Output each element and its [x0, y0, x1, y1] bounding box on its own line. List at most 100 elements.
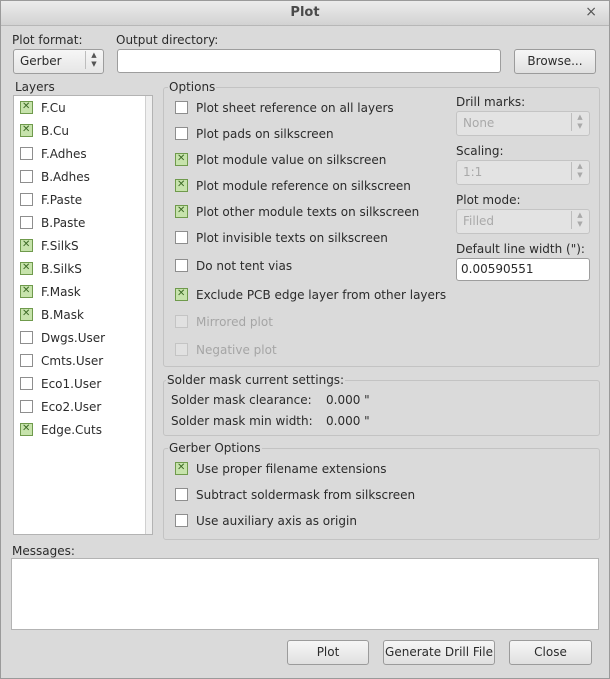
- output-directory-label: Output directory:: [116, 33, 219, 47]
- checkbox-checked-icon[interactable]: [20, 122, 33, 138]
- layers-list[interactable]: F.Cu B.Cu F.Adhes B.Adhes F.Paste B.Paste F.Si…: [13, 95, 153, 535]
- checkbox-icon[interactable]: [20, 331, 33, 344]
- layer-label: Cmts.User: [41, 354, 104, 368]
- layer-item[interactable]: B.Mask: [20, 306, 84, 323]
- checkbox-icon[interactable]: [20, 193, 33, 206]
- close-icon[interactable]: ×: [585, 4, 597, 20]
- checkbox-label: Plot pads on silkscreen: [196, 127, 334, 141]
- checkbox-label: Subtract soldermask from silkscreen: [196, 488, 416, 502]
- generate-drill-file-button[interactable]: Generate Drill File: [383, 640, 495, 665]
- solder-mask-clearance-label: Solder mask clearance:: [171, 393, 312, 407]
- layers-label: Layers: [15, 80, 55, 94]
- layer-label: B.Mask: [41, 308, 84, 322]
- option-checkbox[interactable]: Exclude PCB edge layer from other layers: [175, 286, 447, 303]
- messages-box[interactable]: [11, 558, 599, 630]
- checkbox-label: Mirrored plot: [196, 315, 273, 329]
- gerber-option-checkbox[interactable]: Use proper filename extensions: [175, 460, 387, 477]
- solder-mask-min-width-label: Solder mask min width:: [171, 414, 313, 428]
- layer-label: B.Adhes: [41, 170, 90, 184]
- checkbox-checked-icon[interactable]: [20, 283, 33, 299]
- layer-item[interactable]: F.SilkS: [20, 237, 79, 254]
- checkbox-checked-icon[interactable]: [20, 421, 33, 437]
- output-directory-input[interactable]: [117, 49, 501, 73]
- layer-label: F.SilkS: [41, 239, 79, 253]
- plot-dialog: Plot × Plot format: Gerber ▲ ▼ Output dir…: [0, 0, 610, 679]
- solder-mask-clearance-value: 0.000 ": [326, 393, 370, 407]
- checkbox-checked-icon[interactable]: [20, 306, 33, 322]
- checkbox-icon[interactable]: [175, 127, 188, 140]
- checkbox-checked-icon[interactable]: [175, 460, 188, 476]
- spin-arrows-icon: ▲ ▼: [571, 113, 585, 131]
- gerber-option-checkbox[interactable]: Use auxiliary axis as origin: [175, 513, 357, 529]
- checkbox-label: Use proper filename extensions: [196, 462, 387, 476]
- layer-item[interactable]: B.Paste: [20, 215, 85, 231]
- option-checkbox[interactable]: Plot pads on silkscreen: [175, 126, 334, 142]
- layer-item[interactable]: F.Paste: [20, 192, 82, 208]
- checkbox-icon[interactable]: [175, 514, 188, 527]
- checkbox-icon[interactable]: [175, 101, 188, 114]
- drill-marks-select: None ▲ ▼: [456, 111, 590, 136]
- layer-label: F.Paste: [41, 193, 83, 207]
- options-title: Options: [168, 80, 217, 94]
- option-checkbox: Negative plot: [175, 342, 277, 358]
- checkbox-label: Plot module value on silkscreen: [196, 153, 387, 167]
- option-checkbox[interactable]: Plot invisible texts on silkscreen: [175, 230, 388, 246]
- option-checkbox[interactable]: Plot module reference on silkscreen: [175, 177, 411, 194]
- layer-item[interactable]: B.SilkS: [20, 260, 82, 277]
- checkbox-label: Exclude PCB edge layer from other layers: [196, 288, 447, 302]
- layer-label: B.Cu: [41, 124, 70, 138]
- layer-label: Edge.Cuts: [41, 423, 102, 437]
- layer-item[interactable]: Cmts.User: [20, 353, 103, 369]
- checkbox-checked-icon[interactable]: [175, 203, 188, 219]
- checkbox-checked-icon[interactable]: [175, 177, 188, 193]
- close-button[interactable]: Close: [509, 640, 592, 665]
- plot-mode-select: Filled ▲ ▼: [456, 209, 590, 234]
- layers-scrollbar[interactable]: [145, 96, 152, 534]
- layer-item[interactable]: F.Adhes: [20, 146, 87, 162]
- layer-item[interactable]: Eco2.User: [20, 399, 101, 415]
- checkbox-checked-icon[interactable]: [175, 151, 188, 167]
- checkbox-checked-icon[interactable]: [20, 99, 33, 115]
- layer-label: Eco2.User: [41, 400, 102, 414]
- checkbox-checked-icon[interactable]: [20, 260, 33, 276]
- option-checkbox[interactable]: Plot sheet reference on all layers: [175, 100, 394, 116]
- layer-item[interactable]: B.Cu: [20, 122, 70, 139]
- plot-format-value: Gerber: [20, 54, 62, 68]
- layer-item[interactable]: Dwgs.User: [20, 330, 105, 346]
- layer-item[interactable]: Eco1.User: [20, 376, 101, 392]
- checkbox-checked-icon[interactable]: [175, 286, 188, 302]
- option-checkbox[interactable]: Plot module value on silkscreen: [175, 151, 387, 168]
- checkbox-icon: [175, 343, 188, 356]
- checkbox-label: Plot invisible texts on silkscreen: [196, 231, 388, 245]
- checkbox-icon[interactable]: [20, 216, 33, 229]
- checkbox-icon[interactable]: [175, 259, 188, 272]
- option-checkbox[interactable]: Plot other module texts on silkscreen: [175, 203, 419, 220]
- plot-format-select[interactable]: Gerber ▲ ▼: [13, 49, 104, 74]
- layer-label: Eco1.User: [41, 377, 102, 391]
- checkbox-icon[interactable]: [20, 354, 33, 367]
- checkbox-icon[interactable]: [20, 170, 33, 183]
- checkbox-label: Plot module reference on silkscreen: [196, 179, 411, 193]
- gerber-option-checkbox[interactable]: Subtract soldermask from silkscreen: [175, 487, 415, 503]
- drill-marks-label: Drill marks:: [456, 95, 526, 109]
- checkbox-icon[interactable]: [175, 488, 188, 501]
- checkbox-checked-icon[interactable]: [20, 237, 33, 253]
- checkbox-icon[interactable]: [20, 377, 33, 390]
- layer-item[interactable]: Edge.Cuts: [20, 421, 102, 438]
- checkbox-icon[interactable]: [20, 147, 33, 160]
- browse-button[interactable]: Browse...: [514, 49, 596, 74]
- spin-arrows-icon: ▲ ▼: [85, 51, 99, 69]
- scaling-label: Scaling:: [456, 144, 504, 158]
- layer-item[interactable]: F.Cu: [20, 99, 66, 116]
- plot-button[interactable]: Plot: [287, 640, 369, 665]
- solder-mask-min-width-value: 0.000 ": [326, 414, 370, 428]
- option-checkbox[interactable]: Do not tent vias: [175, 258, 292, 274]
- checkbox-icon[interactable]: [20, 400, 33, 413]
- layer-label: F.Cu: [41, 101, 66, 115]
- layer-item[interactable]: F.Mask: [20, 283, 81, 300]
- layer-item[interactable]: B.Adhes: [20, 169, 90, 185]
- layer-label: F.Adhes: [41, 147, 87, 161]
- default-line-width-input[interactable]: 0.00590551: [456, 258, 590, 281]
- layer-label: Dwgs.User: [41, 331, 106, 345]
- checkbox-icon[interactable]: [175, 231, 188, 244]
